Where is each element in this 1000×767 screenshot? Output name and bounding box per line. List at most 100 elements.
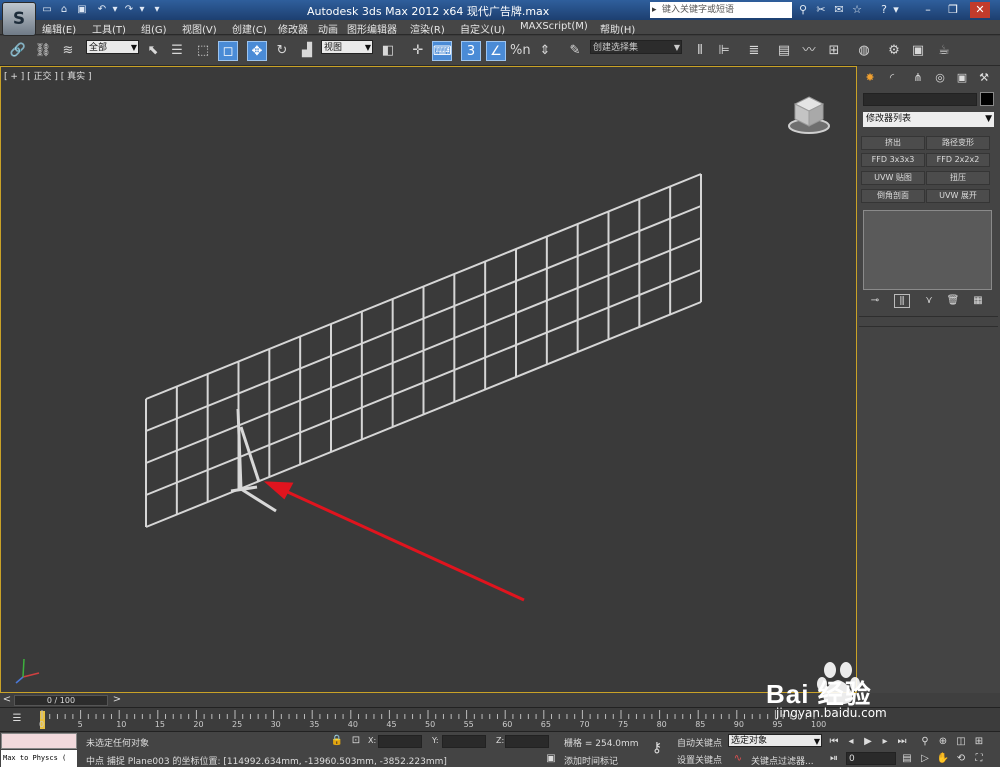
- display-tab-icon[interactable]: ▣: [953, 69, 971, 87]
- prev-frame-icon[interactable]: ◂: [844, 735, 858, 749]
- select-scale-icon[interactable]: ▟: [297, 41, 317, 61]
- field-of-view-icon[interactable]: ▷: [918, 752, 932, 766]
- zoom-extents-icon[interactable]: ◫: [954, 735, 968, 749]
- perspective-viewport[interactable]: [ + ] [ 正交 ] [ 真实 ]: [0, 66, 857, 693]
- select-by-name-icon[interactable]: ☰: [167, 41, 187, 61]
- maxscript-mini-listener[interactable]: [1, 733, 77, 749]
- object-name-field[interactable]: [863, 93, 977, 106]
- menu-create[interactable]: 创建(C): [232, 21, 267, 36]
- communication-icon[interactable]: ✉: [832, 3, 846, 17]
- menu-modifiers[interactable]: 修改器: [278, 21, 308, 36]
- add-time-tag[interactable]: 添加时间标记: [564, 754, 618, 767]
- render-setup-icon[interactable]: ⚙: [884, 41, 904, 61]
- pan-view-icon[interactable]: ✋: [936, 752, 950, 766]
- lock-selection-icon[interactable]: 🔒: [330, 734, 344, 748]
- restore-button[interactable]: ❐: [943, 2, 963, 18]
- goto-end-icon[interactable]: ⏭: [895, 735, 909, 749]
- y-coordinate-field[interactable]: [442, 735, 486, 748]
- named-selection-dropdown[interactable]: 创建选择集 ▼: [590, 40, 682, 54]
- select-manipulate-icon[interactable]: ✛: [408, 41, 428, 61]
- new-file-icon[interactable]: ▭: [40, 3, 54, 16]
- menu-graph-editors[interactable]: 图形编辑器: [347, 21, 397, 36]
- bind-spacewarp-icon[interactable]: ≋: [58, 41, 78, 61]
- maximize-viewport-icon[interactable]: ⛶: [972, 752, 986, 766]
- time-configuration-icon[interactable]: ▤: [900, 752, 914, 766]
- current-frame-field[interactable]: 0: [846, 752, 896, 765]
- make-unique-icon[interactable]: ⋎: [921, 294, 937, 308]
- menu-rendering[interactable]: 渲染(R): [410, 21, 445, 36]
- select-move-icon[interactable]: ✥: [247, 41, 267, 61]
- minimize-button[interactable]: –: [918, 2, 938, 18]
- snaps-toggle-icon[interactable]: 3: [461, 41, 481, 61]
- pivot-center-icon[interactable]: ◧: [378, 41, 398, 61]
- z-coordinate-field[interactable]: [505, 735, 549, 748]
- set-key-icon[interactable]: ⚷: [650, 741, 664, 755]
- tools-icon[interactable]: ✂: [814, 3, 828, 17]
- schematic-view-icon[interactable]: ⊞: [824, 41, 844, 61]
- show-end-result-icon[interactable]: ⫼: [894, 294, 910, 308]
- menu-views[interactable]: 视图(V): [182, 21, 217, 36]
- time-prev-icon[interactable]: <: [0, 693, 14, 707]
- help-dropdown-icon[interactable]: ▾: [889, 3, 903, 17]
- link-icon[interactable]: 🔗: [8, 41, 28, 61]
- time-tag-icon[interactable]: ▣: [544, 752, 558, 766]
- angle-snap-icon[interactable]: ∠: [486, 41, 506, 61]
- modify-tab-icon[interactable]: ◜: [883, 69, 901, 87]
- modifier-button-extrude[interactable]: 挤出: [861, 136, 925, 150]
- configure-modifier-sets-icon[interactable]: ▦: [970, 294, 986, 308]
- motion-tab-icon[interactable]: ◎: [931, 69, 949, 87]
- open-file-icon[interactable]: ⌂: [57, 3, 71, 16]
- next-frame-icon[interactable]: ▸: [878, 735, 892, 749]
- reference-coordinate-dropdown[interactable]: 视图 ▼: [321, 40, 373, 54]
- curve-editor-icon[interactable]: 〰: [799, 41, 819, 61]
- render-production-icon[interactable]: ☕: [934, 41, 954, 61]
- time-next-icon[interactable]: >: [110, 693, 124, 707]
- close-button[interactable]: ✕: [970, 2, 990, 18]
- menu-customize[interactable]: 自定义(U): [460, 21, 505, 36]
- modifier-button-unwrap-uvw[interactable]: UVW 展开: [926, 189, 990, 203]
- viewcube-icon[interactable]: [787, 95, 831, 135]
- keyboard-shortcut-override-icon[interactable]: ⌨: [432, 41, 452, 61]
- orbit-icon[interactable]: ⟲: [954, 752, 968, 766]
- hierarchy-tab-icon[interactable]: ⋔: [909, 69, 927, 87]
- graphite-toggle-icon[interactable]: ▤: [774, 41, 794, 61]
- modifier-button-bevel-profile[interactable]: 倒角剖面: [861, 189, 925, 203]
- modifier-list-dropdown[interactable]: 修改器列表 ▼: [863, 112, 994, 127]
- select-rotate-icon[interactable]: ↻: [272, 41, 292, 61]
- percent-snap-icon[interactable]: %n: [510, 41, 531, 61]
- auto-key-button[interactable]: 自动关键点: [677, 736, 722, 749]
- rect-selection-region-icon[interactable]: ⬚: [193, 41, 213, 61]
- spinner-snap-icon[interactable]: ⇕: [535, 41, 555, 61]
- app-logo-button[interactable]: S: [2, 2, 36, 36]
- modifier-button-squeeze[interactable]: 扭压: [926, 171, 990, 185]
- utilities-tab-icon[interactable]: ⚒: [975, 69, 993, 87]
- menu-help[interactable]: 帮助(H): [600, 21, 635, 36]
- redo-icon[interactable]: ↷: [122, 3, 136, 16]
- selection-filter-dropdown[interactable]: 全部 ▼: [86, 40, 139, 54]
- play-icon[interactable]: ▶: [861, 735, 875, 749]
- quick-access-dropdown-icon[interactable]: ▾: [150, 3, 164, 16]
- unlink-icon[interactable]: ⛓: [33, 41, 53, 61]
- undo-dropdown-icon[interactable]: ▾: [108, 3, 122, 16]
- align-icon[interactable]: ⊫: [714, 41, 734, 61]
- redo-dropdown-icon[interactable]: ▾: [135, 3, 149, 16]
- favorites-icon[interactable]: ☆: [850, 3, 864, 17]
- menu-tools[interactable]: 工具(T): [92, 21, 126, 36]
- menu-edit[interactable]: 编辑(E): [42, 21, 76, 36]
- create-tab-icon[interactable]: ✸: [861, 69, 879, 87]
- menu-group[interactable]: 组(G): [141, 21, 167, 36]
- edit-named-selection-icon[interactable]: ✎: [565, 41, 585, 61]
- zoom-icon[interactable]: ⚲: [918, 735, 932, 749]
- undo-icon[interactable]: ↶: [95, 3, 109, 16]
- object-color-swatch[interactable]: [980, 92, 994, 106]
- modifier-button-uvw-map[interactable]: UVW 贴图: [861, 171, 925, 185]
- set-key-button[interactable]: 设置关键点: [677, 753, 722, 766]
- menu-maxscript[interactable]: MAXScript(M): [520, 21, 588, 32]
- key-filters-button[interactable]: 关键点过滤器...: [751, 754, 814, 767]
- modifier-button-ffd-2x2x2[interactable]: FFD 2x2x2: [926, 153, 990, 167]
- key-mode-toggle-icon[interactable]: ⏯: [827, 752, 841, 766]
- remove-modifier-icon[interactable]: 🗑: [945, 294, 961, 308]
- pin-stack-icon[interactable]: ⊸: [867, 294, 883, 308]
- modifier-stack[interactable]: [863, 210, 992, 290]
- binoculars-icon[interactable]: ⚲: [796, 3, 810, 17]
